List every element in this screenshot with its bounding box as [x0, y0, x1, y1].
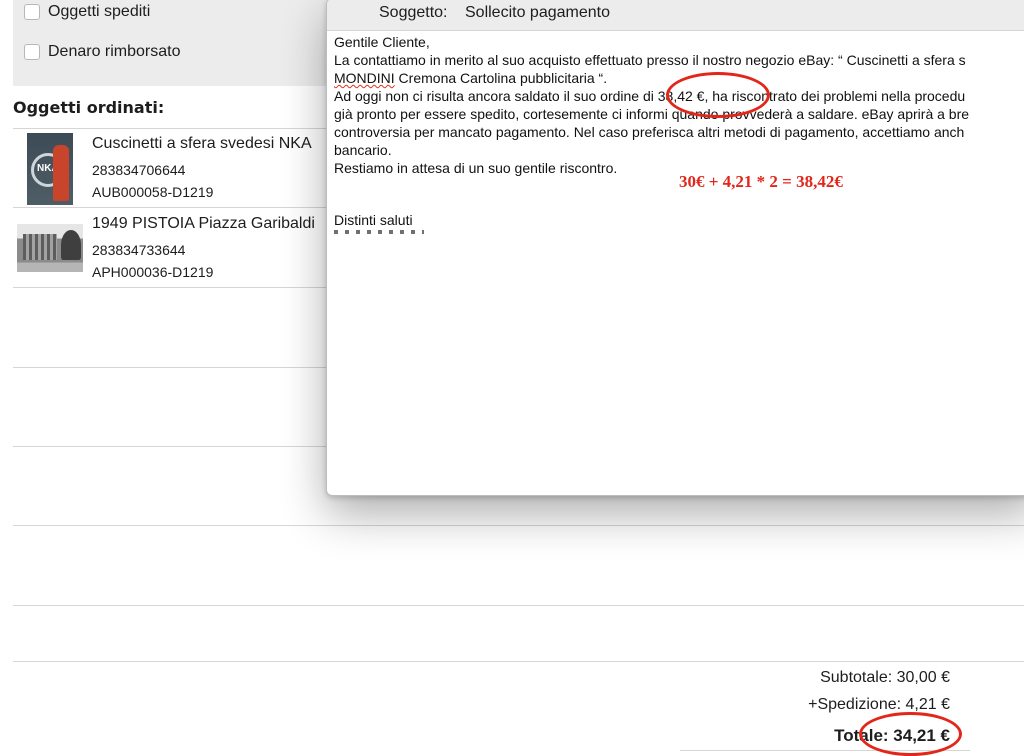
body-line-1: La contattiamo in merito al suo acquisto…: [334, 52, 966, 68]
body-line-5: controversia per mancato pagamento. Nel …: [334, 124, 965, 140]
item-title[interactable]: Cuscinetti a sfera svedesi NKA: [92, 135, 312, 153]
body-line-4: già pronto per essere spedito, corteseme…: [334, 106, 970, 122]
thumbnail-figure: [53, 145, 69, 201]
body-line-6: bancario.: [334, 142, 392, 158]
item-sku: AUB000058-D1219: [92, 184, 214, 200]
ordered-items-title: Oggetti ordinati:: [13, 98, 165, 117]
filter-denaro-rimborsato[interactable]: Denaro rimborsato: [24, 43, 181, 61]
item-thumbnail-nka[interactable]: NKA: [27, 133, 73, 205]
order-total: Totale: 34,21 €: [834, 726, 950, 745]
item-id: 283834706644: [92, 162, 186, 178]
body-closing: Distinti saluti: [334, 212, 413, 228]
filter-oggetti-spediti[interactable]: Oggetti spediti: [24, 3, 150, 21]
body-line-2-text: Cremona Cartolina pubblicitaria “.: [394, 70, 608, 86]
misspelled-word[interactable]: MONDINI: [334, 70, 395, 86]
checkbox-oggetti-spediti[interactable]: [24, 4, 40, 20]
divider: [13, 661, 1024, 662]
divider: [13, 605, 1024, 606]
item-title[interactable]: 1949 PISTOIA Piazza Garibaldi: [92, 215, 315, 233]
body-line-2: MONDINI Cremona Cartolina pubblicitaria …: [334, 70, 607, 86]
filter-label: Oggetti spediti: [48, 3, 151, 20]
thumbnail-building: [23, 234, 57, 260]
truncated-signature: [334, 230, 424, 234]
subtotal: Subtotale: 30,00 €: [820, 669, 950, 686]
body-greeting: Gentile Cliente,: [334, 34, 430, 50]
compose-header: Soggetto: Sollecito pagamento: [327, 0, 1024, 31]
annotation-formula: 30€ + 4,21 * 2 = 38,42€: [679, 172, 843, 191]
item-id: 283834733644: [92, 242, 186, 258]
thumbnail-tree: [61, 230, 81, 260]
totals-underline: [680, 750, 970, 751]
subject-field[interactable]: Sollecito pagamento: [465, 4, 610, 22]
body-line-7: Restiamo in attesa di un suo gentile ris…: [334, 160, 618, 176]
compose-window[interactable]: Soggetto: Sollecito pagamento Gentile Cl…: [326, 0, 1024, 496]
subject-label: Soggetto:: [379, 4, 448, 21]
checkbox-denaro-rimborsato[interactable]: [24, 44, 40, 60]
filter-label: Denaro rimborsato: [48, 43, 181, 60]
shipping-cost: +Spedizione: 4,21 €: [808, 696, 950, 713]
item-sku: APH000036-D1219: [92, 264, 214, 280]
body-line-3: Ad oggi non ci risulta ancora saldato il…: [334, 88, 966, 104]
item-thumbnail-pistoia[interactable]: [17, 224, 83, 272]
divider: [13, 525, 1024, 526]
